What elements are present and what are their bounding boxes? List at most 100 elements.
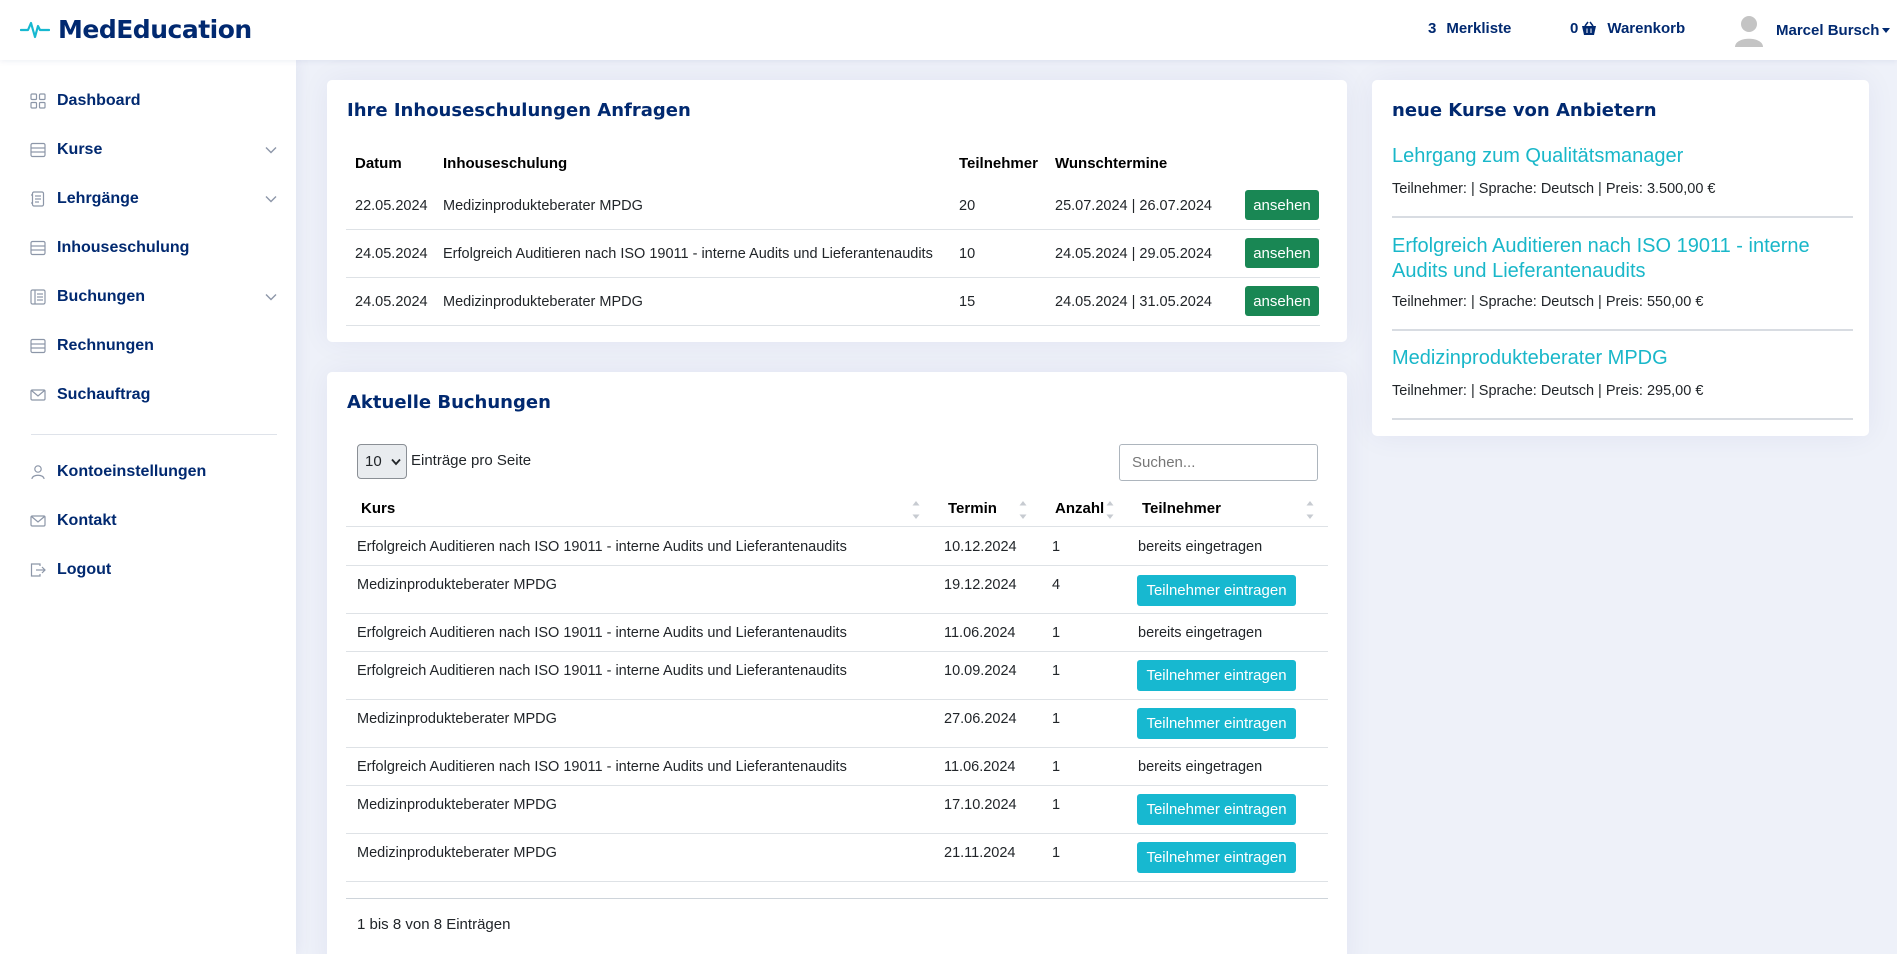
new-courses-title: neue Kurse von Anbietern (1392, 100, 1657, 121)
course-meta: Teilnehmer: | Sprache: Deutsch | Preis: … (1392, 294, 1704, 310)
sidebar-item-kurse[interactable]: Kurse (30, 135, 278, 165)
inhouse-card-title: Ihre Inhouseschulungen Anfragen (347, 100, 691, 121)
booking-termin: 27.06.2024 (944, 711, 1017, 727)
ansehen-button[interactable]: ansehen (1245, 190, 1319, 220)
cart-label: Warenkorb (1607, 20, 1686, 37)
sort-icon[interactable] (1306, 499, 1314, 521)
inhouse-teilnehmer: 20 (959, 198, 976, 214)
inhouse-termine: 24.05.2024 | 31.05.2024 (1055, 294, 1212, 310)
booking-termin: 11.06.2024 (944, 759, 1016, 775)
col-anzahl[interactable]: Anzahl (1055, 500, 1104, 517)
col-kurs[interactable]: Kurs (361, 500, 395, 517)
booking-kurs: Erfolgreich Auditieren nach ISO 19011 - … (357, 663, 847, 679)
caret-down-icon (1882, 28, 1891, 33)
inhouse-col-wunschtermine: Wunschtermine (1055, 155, 1168, 172)
booking-anzahl: 1 (1052, 711, 1061, 727)
sidebar-item-label: Buchungen (57, 288, 145, 305)
booking-kurs: Medizinprodukteberater MPDG (357, 577, 557, 593)
chevron-down-icon (391, 458, 401, 466)
sidebar-item-kontakt[interactable]: Kontakt (30, 506, 278, 536)
col-termin[interactable]: Termin (948, 500, 997, 517)
envelope-icon (30, 515, 46, 527)
booking-anzahl: 1 (1052, 845, 1061, 861)
sidebar-item-label: Logout (57, 561, 112, 578)
user-menu[interactable]: Marcel Bursch (1734, 14, 1891, 47)
logo-text: MedEducation (58, 14, 252, 44)
sidebar-item-label: Kontoeinstellungen (57, 463, 207, 480)
inhouse-schulung: Erfolgreich Auditieren nach ISO 19011 - … (443, 246, 933, 262)
page-size-select[interactable]: 10 (357, 444, 407, 479)
sidebar-item-buchungen[interactable]: Buchungen (30, 282, 278, 312)
course-divider (1392, 329, 1853, 331)
journal-icon (31, 191, 45, 207)
top-header: MedEducation 3 Merkliste 0 Warenkorb Mar… (0, 0, 1897, 60)
booking-anzahl: 1 (1052, 663, 1061, 679)
booking-termin: 21.11.2024 (944, 845, 1016, 861)
cart-count: 0 (1570, 20, 1579, 37)
inhouse-termine: 24.05.2024 | 29.05.2024 (1055, 246, 1212, 262)
teilnehmer-eintragen-button[interactable]: Teilnehmer eintragen (1137, 575, 1296, 606)
booking-anzahl: 1 (1052, 759, 1061, 775)
sort-icon[interactable] (912, 499, 920, 521)
sidebar-item-label: Kurse (57, 141, 103, 158)
ansehen-button[interactable]: ansehen (1245, 286, 1319, 316)
sidebar-item-dashboard[interactable]: Dashboard (30, 86, 278, 116)
chevron-down-icon (265, 147, 277, 154)
inhouse-schulung: Medizinprodukteberater MPDG (443, 198, 643, 214)
logout-icon (30, 563, 46, 577)
inhouse-datum: 22.05.2024 (355, 198, 428, 214)
sidebar-item-logout[interactable]: Logout (30, 555, 278, 585)
inhouse-col-teilnehmer: Teilnehmer (959, 155, 1038, 172)
course-meta: Teilnehmer: | Sprache: Deutsch | Preis: … (1392, 383, 1704, 399)
booking-kurs: Erfolgreich Auditieren nach ISO 19011 - … (357, 625, 847, 641)
sidebar-item-label: Inhouseschulung (57, 239, 190, 256)
search-input[interactable] (1119, 444, 1318, 481)
ansehen-button[interactable]: ansehen (1245, 238, 1319, 268)
sidebar-item-label: Rechnungen (57, 337, 154, 354)
row-divider (346, 785, 1328, 786)
col-teilnehmer[interactable]: Teilnehmer (1142, 500, 1221, 517)
merkliste-label: Merkliste (1446, 20, 1512, 37)
sidebar-item-inhouseschulung[interactable]: Inhouseschulung (30, 233, 278, 263)
chevron-down-icon (265, 196, 277, 203)
row-divider (346, 325, 1320, 326)
sort-icon[interactable] (1019, 499, 1027, 521)
page-size-value: 10 (365, 453, 382, 470)
row-divider (346, 565, 1328, 566)
basket-icon (1582, 21, 1597, 35)
sidebar-item-label: Suchauftrag (57, 386, 151, 403)
booking-status: bereits eingetragen (1138, 539, 1263, 555)
grid-icon (30, 93, 46, 109)
logo[interactable]: MedEducation (20, 14, 252, 44)
row-divider (346, 881, 1328, 882)
table-footer-divider (346, 898, 1328, 899)
sidebar-item-lehrgaenge[interactable]: Lehrgänge (30, 184, 278, 214)
row-divider (346, 833, 1328, 834)
booking-anzahl: 1 (1052, 625, 1061, 641)
cart-link[interactable]: 0 Warenkorb (1570, 20, 1685, 37)
teilnehmer-eintragen-button[interactable]: Teilnehmer eintragen (1137, 708, 1296, 739)
merkliste-link[interactable]: 3 Merkliste (1428, 20, 1511, 37)
list-icon (30, 338, 46, 354)
inhouse-col-datum: Datum (355, 155, 402, 172)
sidebar-item-suchauftrag[interactable]: Suchauftrag (30, 380, 278, 410)
course-link[interactable]: Lehrgang zum Qualitätsmanager (1392, 144, 1832, 169)
sidebar-item-kontoeinstellungen[interactable]: Kontoeinstellungen (30, 457, 278, 487)
teilnehmer-eintragen-button[interactable]: Teilnehmer eintragen (1137, 794, 1296, 825)
booking-anzahl: 1 (1052, 797, 1061, 813)
row-divider (346, 699, 1328, 700)
sort-icon[interactable] (1106, 499, 1114, 521)
teilnehmer-eintragen-button[interactable]: Teilnehmer eintragen (1137, 842, 1296, 873)
teilnehmer-eintragen-button[interactable]: Teilnehmer eintragen (1137, 660, 1296, 691)
sidebar-item-label: Lehrgänge (57, 190, 139, 207)
booking-termin: 10.09.2024 (944, 663, 1017, 679)
course-link[interactable]: Erfolgreich Auditieren nach ISO 19011 - … (1392, 234, 1832, 284)
booking-anzahl: 1 (1052, 539, 1061, 555)
booking-kurs: Erfolgreich Auditieren nach ISO 19011 - … (357, 759, 847, 775)
list-icon (30, 142, 46, 158)
sidebar-item-rechnungen[interactable]: Rechnungen (30, 331, 278, 361)
booking-anzahl: 4 (1052, 577, 1061, 593)
booking-termin: 19.12.2024 (944, 577, 1017, 593)
sidebar-divider (31, 434, 277, 435)
course-link[interactable]: Medizinprodukteberater MPDG (1392, 346, 1832, 371)
